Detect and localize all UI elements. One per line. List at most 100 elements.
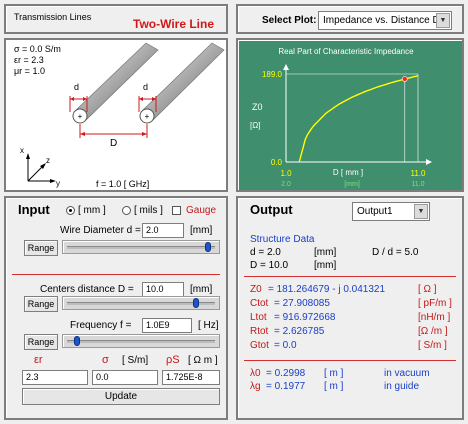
two-wire-drawing: + +	[26, 42, 225, 183]
gtot-label: Gtot	[250, 340, 269, 351]
y-tick-label: 0.0	[271, 158, 283, 167]
range-button-frequency[interactable]: Range	[24, 334, 58, 350]
centers-distance-unit: [mm]	[190, 284, 213, 295]
x-tick-label: 11.0	[411, 169, 427, 178]
app-title: Transmission Lines	[14, 12, 92, 22]
output-d-unit: [mm]	[314, 247, 337, 258]
slider-thumb[interactable]	[193, 298, 200, 308]
gtot-value: = 0.0	[274, 340, 297, 351]
rho-s-label: ρS	[166, 354, 180, 366]
rho-s-value: 1.725E-8	[166, 372, 203, 382]
centers-distance-slider[interactable]	[62, 296, 220, 310]
eps-r-label: εr	[34, 354, 43, 366]
axis-z-label: z	[46, 156, 50, 165]
lambdag-value: = 0.1977	[266, 381, 306, 392]
chevron-down-icon[interactable]: ▼	[436, 13, 450, 28]
ltot-label: Ltot	[250, 312, 267, 323]
frequency-input[interactable]: 1.0E9	[142, 318, 192, 333]
y-axis-unit: [Ω]	[250, 121, 260, 130]
sigma-input[interactable]: 0.0	[92, 370, 158, 385]
z0-unit: [ Ω ]	[418, 284, 437, 295]
rtot-unit: [Ω /m ]	[418, 326, 448, 337]
axis-y-label: y	[56, 179, 60, 188]
z0-value: = 181.264679 - j 0.041321	[268, 284, 386, 295]
output-d-value: d = 2.0	[250, 247, 281, 258]
structure-data-heading: Structure Data	[250, 234, 315, 245]
lambda0-note: in vacuum	[384, 368, 430, 379]
update-button[interactable]: Update	[22, 388, 220, 405]
axis-x-label: x	[20, 146, 24, 155]
output-D-unit: [mm]	[314, 260, 337, 271]
unit-mm-radio[interactable]	[66, 206, 75, 215]
x-axis-arrow	[426, 159, 432, 165]
y-tick-label: 189.0	[262, 70, 283, 79]
range-button-diameter[interactable]: Range	[24, 240, 58, 256]
ctot-label: Ctot	[250, 298, 269, 309]
gtot-unit: [ S/m ]	[418, 340, 447, 351]
wire-diameter-slider[interactable]	[62, 240, 220, 254]
y-axis-label: Z0	[252, 102, 263, 112]
range-button-centers[interactable]: Range	[24, 296, 58, 312]
output-panel: Output Output1 ▼ Structure Data d = 2.0 …	[236, 196, 464, 420]
chart-svg: Real Part of Characteristic Impedance Z0…	[250, 47, 432, 188]
unit-mils-radio[interactable]	[122, 206, 131, 215]
centers-distance-label: Centers distance D =	[40, 284, 134, 295]
x-range-label: 11.0	[411, 181, 424, 188]
wire-diameter-input[interactable]: 2.0	[142, 223, 184, 238]
wire-diameter-value: 2.0	[146, 225, 159, 235]
centers-distance-input[interactable]: 10.0	[142, 282, 184, 297]
x-range-label: [mm]	[344, 181, 360, 188]
select-plot-panel: Select Plot: Impedance vs. Distance D ▼	[236, 4, 464, 34]
chevron-down-icon[interactable]: ▼	[414, 204, 428, 219]
select-plot-dropdown[interactable]: Impedance vs. Distance D ▼	[318, 11, 452, 30]
ctot-unit: [ pF/m ]	[418, 298, 452, 309]
gauge-checkbox[interactable]	[172, 206, 181, 215]
sigma-unit: [ S/m]	[122, 355, 149, 366]
output-select-dropdown[interactable]: Output1 ▼	[352, 202, 430, 221]
dim-d-right: d	[143, 82, 149, 92]
lambdag-label: λg	[250, 381, 261, 392]
input-panel: Input [ mm ] [ mils ] Gauge Wire Diamete…	[4, 196, 228, 420]
wire-diameter-unit: [mm]	[190, 225, 213, 236]
slider-thumb[interactable]	[73, 336, 80, 346]
input-title: Input	[18, 202, 50, 217]
output-title: Output	[250, 202, 293, 217]
sigma-value: 0.0	[96, 372, 109, 382]
frequency-slider[interactable]	[62, 334, 220, 348]
frequency-value: 1.0E9	[146, 320, 170, 330]
wire-diameter-label: Wire Diameter d =	[60, 225, 141, 236]
x-tick-label: 1.0	[280, 169, 292, 178]
marker-point	[402, 76, 408, 82]
structure-diagram: σ = 0.0 S/m εr = 2.3 μr = 1.0 + + d d D …	[4, 38, 228, 192]
unit-mils-label: [ mils ]	[134, 205, 163, 216]
rho-s-input[interactable]: 1.725E-8	[162, 370, 220, 385]
rtot-label: Rtot	[250, 326, 269, 337]
eps-r-input[interactable]: 2.3	[22, 370, 88, 385]
chart-axes	[283, 64, 432, 165]
divider	[12, 274, 220, 275]
ctot-value: = 27.908085	[274, 298, 330, 309]
divider	[244, 276, 456, 277]
dim-D: D	[110, 138, 118, 149]
impedance-curve	[298, 75, 419, 163]
slider-thumb[interactable]	[205, 242, 212, 252]
title-panel: Transmission Lines Two-Wire Line	[4, 4, 228, 34]
lambdag-unit: [ m ]	[324, 381, 344, 392]
chart-series	[298, 75, 419, 163]
lambdag-note: in guide	[384, 381, 420, 392]
frequency-text: f = 1.0 [ GHz]	[96, 179, 150, 189]
centers-distance-value: 10.0	[146, 284, 164, 294]
lambda0-label: λ0	[250, 368, 261, 379]
dim-d-left: d	[74, 82, 80, 92]
select-plot-value: Impedance vs. Distance D	[323, 15, 440, 26]
slider-rail	[67, 246, 215, 249]
lambda0-value: = 0.2998	[266, 368, 306, 379]
rho-s-unit: [ Ω m ]	[188, 355, 218, 366]
y-axis-arrow	[283, 64, 289, 70]
output-select-value: Output1	[357, 206, 393, 217]
output-ratio-value: D / d = 5.0	[372, 247, 419, 258]
ltot-unit: [nH/m ]	[418, 312, 451, 323]
output-D-value: D = 10.0	[250, 260, 289, 271]
impedance-chart: Real Part of Characteristic Impedance Z0…	[236, 38, 464, 192]
frequency-unit: [ Hz]	[198, 320, 219, 331]
